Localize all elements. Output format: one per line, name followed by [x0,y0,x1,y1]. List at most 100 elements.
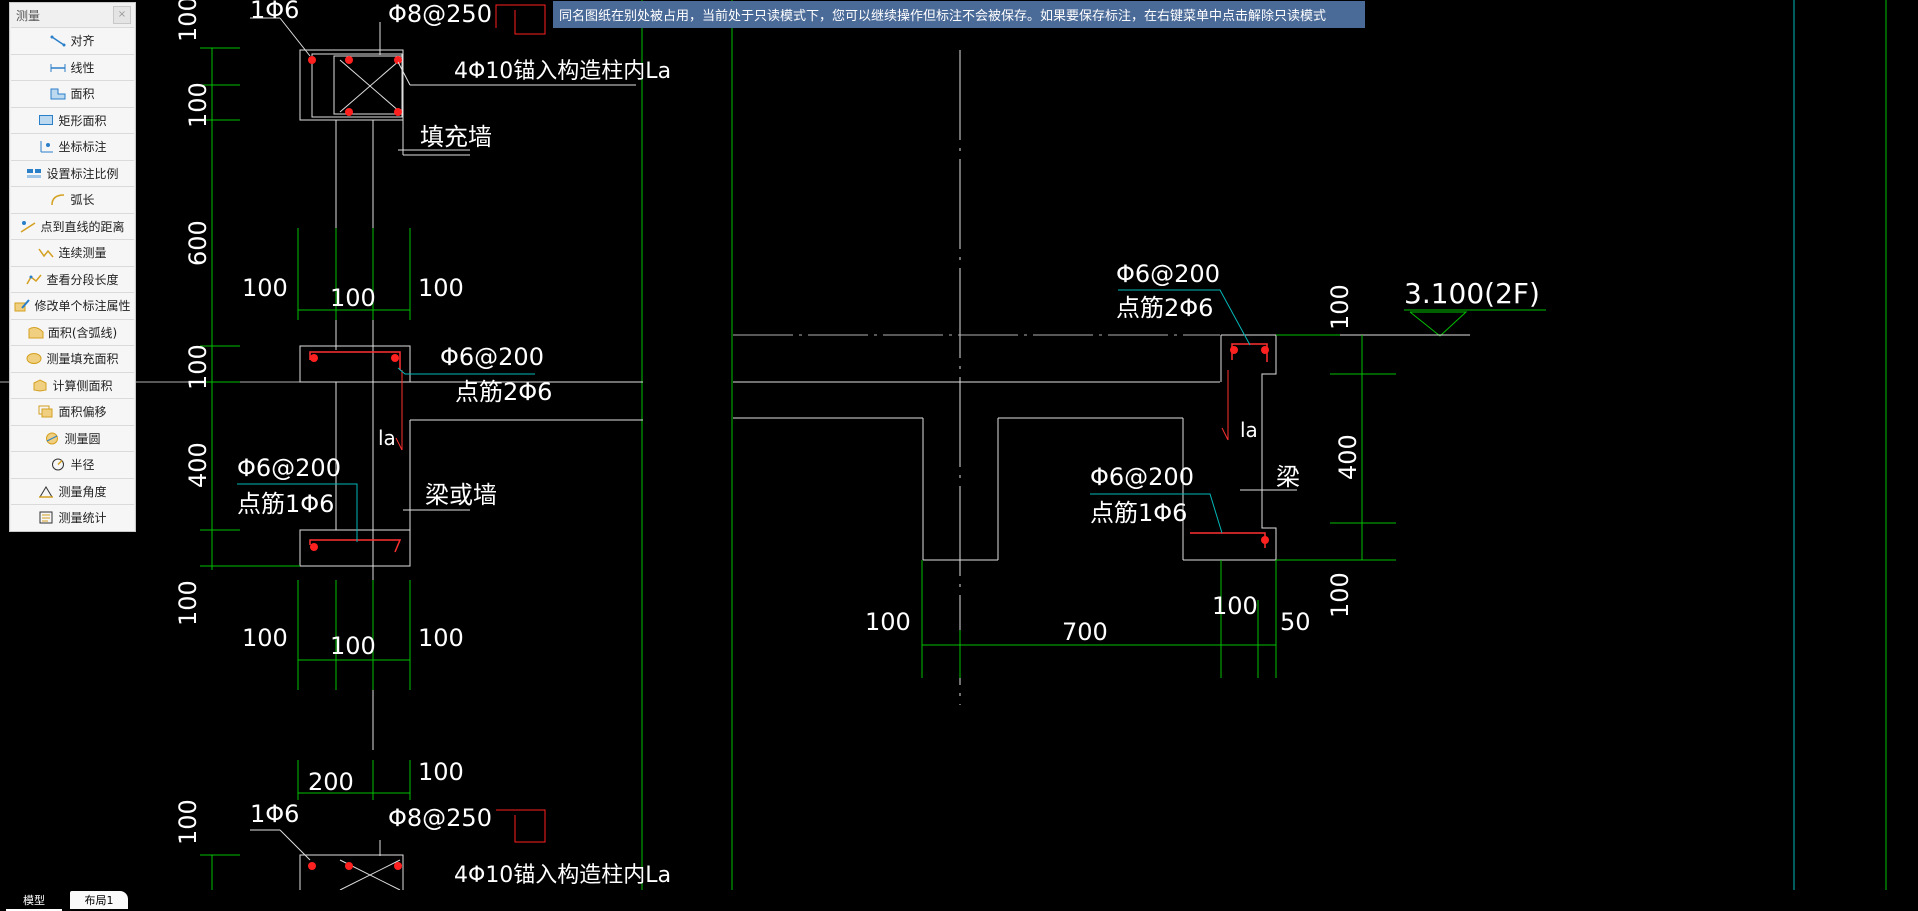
dimension-text: 50 [1280,608,1311,636]
beam-label: 梁 [1276,463,1300,491]
tool-button-arc-area[interactable]: 面积(含弧线) [11,318,134,345]
point-bar-label: 点筋1Φ6 [237,490,334,518]
dimension-text: 100 [330,632,376,660]
area-icon [50,87,66,100]
tool-button-continuous-measure[interactable]: 连续测量 [11,239,134,266]
tool-label: 设置标注比例 [46,166,119,181]
tool-button-scale[interactable]: 设置标注比例 [11,159,134,186]
radius-icon [50,458,66,471]
layout-tab-bar: 模型 布局1 [0,890,1918,911]
fill-area-icon [26,352,42,365]
tool-label: 线性 [70,60,95,75]
anchor-note: 4Φ10锚入构造柱内La [454,59,671,84]
angle-icon [38,485,54,498]
tool-button-radius[interactable]: 半径 [11,451,134,478]
dimension-text: 100 [242,624,288,652]
segment-length-icon [26,273,43,286]
tool-button-rectangle-area[interactable]: 矩形面积 [11,106,134,133]
panel-title: 测量 [16,8,41,23]
dimension-text: 100 [174,0,202,42]
circle-measure-icon [44,432,60,445]
measure-panel[interactable]: 测量 × 对齐线性面积矩形面积坐标标注设置标注比例 弧长点到直线的距离 连续测量查看… [9,2,136,532]
tool-label: 计算侧面积 [52,378,113,393]
cad-canvas[interactable]: 1Φ6 Φ8@250 4Φ10锚入构造柱内La 填充墙 100 100 100 … [0,0,1918,890]
dimension-text: 100 [174,799,202,845]
tool-label: 面积 [70,87,95,102]
tool-button-segment-length[interactable]: 查看分段长度 [11,265,134,292]
tool-button-edit-dimension[interactable]: 修改单个标注属性 [11,292,134,319]
tool-button-statistics[interactable]: 测量统计 [11,504,134,531]
dimension-text: 200 [308,768,354,796]
anchor-note: 4Φ10锚入构造柱内La [454,863,671,888]
close-icon[interactable]: × [113,6,131,24]
beam-or-wall-label: 梁或墙 [425,481,497,509]
continuous-measure-icon [38,246,55,259]
panel-header[interactable]: 测量 × [10,3,135,27]
tool-button-arc-length[interactable]: 弧长 [11,186,134,213]
anchor-length-label: la [1240,418,1258,442]
tool-label: 弧长 [70,193,95,208]
stirrup-label: Φ6@200 [237,454,341,482]
tool-button-coordinate[interactable]: 坐标标注 [11,133,134,160]
scale-icon [26,167,42,180]
elevation-label: 3.100(2F) [1404,277,1540,310]
tool-button-area[interactable]: 面积 [11,80,134,107]
tool-label: 面积偏移 [58,405,107,420]
tool-label: 点到直线的距离 [40,219,125,234]
tool-label: 修改单个标注属性 [34,299,131,314]
tool-label: 测量填充面积 [46,352,119,367]
tool-button-fill-area[interactable]: 测量填充面积 [11,345,134,372]
arc-length-icon [50,193,66,206]
tab-model[interactable]: 模型 [6,891,62,911]
statistics-icon [38,511,54,524]
point-bar-label: 点筋1Φ6 [1090,499,1187,527]
tool-button-angle[interactable]: 测量角度 [11,477,134,504]
tool-button-aligned-dimension[interactable]: 对齐 [11,27,134,54]
stirrup-label: Φ6@200 [1090,463,1194,491]
tool-button-side-area[interactable]: 计算侧面积 [11,371,134,398]
dimension-text: 100 [418,274,464,302]
dimension-text: 100 [1326,284,1354,330]
aligned-dimension-icon [50,34,66,47]
point-bar-label: 点筋2Φ6 [455,378,552,406]
tool-button-area-offset[interactable]: 面积偏移 [11,398,134,425]
rebar-label: 1Φ6 [250,0,299,24]
arc-area-icon [28,326,44,339]
stirrup-label: Φ8@250 [388,804,492,832]
tool-label: 连续测量 [58,246,107,261]
cad-drawing[interactable]: 1Φ6 Φ8@250 4Φ10锚入构造柱内La 填充墙 100 100 100 … [0,0,1918,890]
readonly-notice: 同名图纸在别处被占用，当前处于只读模式下，您可以继续操作但标注不会被保存。如果要… [553,1,1365,28]
dimension-text: 700 [1062,618,1108,646]
tool-list: 对齐线性面积矩形面积坐标标注设置标注比例 弧长点到直线的距离 连续测量查看分段长度修… [10,27,135,531]
dimension-text: 100 [1212,592,1258,620]
tool-label: 对齐 [70,34,95,49]
tool-button-linear-dimension[interactable]: 线性 [11,53,134,80]
point-to-line-icon [20,220,36,233]
stirrup-label: Φ6@200 [1116,260,1220,288]
stirrup-label: Φ8@250 [388,0,492,28]
dimension-text: 400 [1334,434,1362,480]
dimension-text: 100 [418,624,464,652]
tool-button-circle-measure[interactable]: 测量圆 [11,424,134,451]
dimension-text: 100 [174,580,202,626]
tab-layout1[interactable]: 布局1 [70,891,128,909]
tool-label: 查看分段长度 [46,272,119,287]
tool-label: 测量角度 [58,484,107,499]
dimension-text: 100 [184,344,212,390]
tool-label: 矩形面积 [58,113,107,128]
rectangle-area-icon [38,114,54,127]
dimension-text: 100 [1326,572,1354,618]
tool-label: 测量统计 [58,511,107,526]
infill-wall-label: 填充墙 [420,123,492,151]
coordinate-icon [38,140,54,153]
tool-button-point-to-line[interactable]: 点到直线的距离 [11,212,134,239]
readonly-notice-text: 同名图纸在别处被占用，当前处于只读模式下，您可以继续操作但标注不会被保存。如果要… [559,9,1327,24]
linear-dimension-icon [50,61,66,74]
tool-label: 面积(含弧线) [47,325,118,340]
dimension-text: 100 [418,758,464,786]
point-bar-label: 点筋2Φ6 [1116,294,1213,322]
side-area-icon [32,379,48,392]
tool-label: 测量圆 [64,431,101,446]
dimension-text: 600 [184,220,212,266]
anchor-length-label: la [378,426,396,450]
